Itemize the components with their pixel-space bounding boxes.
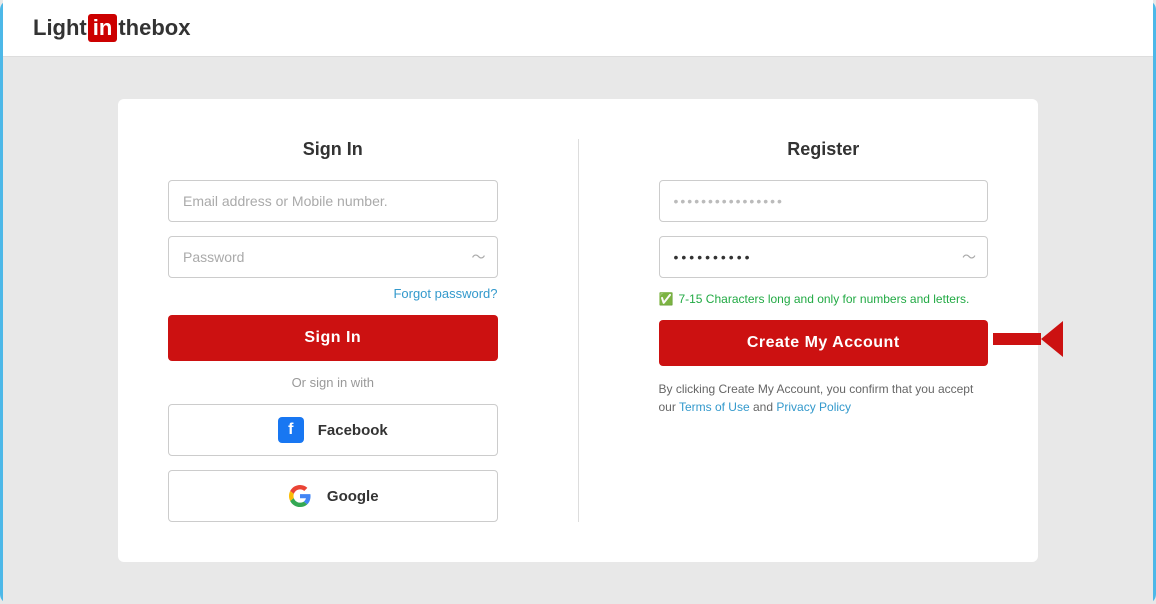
logo-light: Light	[33, 15, 87, 41]
forgot-password-link[interactable]: Forgot password?	[168, 286, 498, 301]
create-account-button[interactable]: Create My Account	[659, 320, 989, 366]
card: Sign In 〜 Forgot password? Sign In Or si…	[118, 99, 1038, 562]
section-divider	[578, 139, 579, 522]
arrow-head	[1041, 321, 1063, 357]
register-email-wrapper	[659, 180, 989, 222]
facebook-label: Facebook	[318, 422, 388, 439]
validation-message: ✅ 7-15 Characters long and only for numb…	[659, 292, 989, 306]
password-eye-icon[interactable]: 〜	[472, 247, 486, 267]
logo-thebox: thebox	[118, 15, 190, 41]
register-password-wrapper: 〜	[659, 236, 989, 278]
register-title: Register	[659, 139, 989, 160]
header: Light in thebox	[3, 0, 1153, 57]
signin-title: Sign In	[168, 139, 498, 160]
google-icon	[287, 483, 313, 509]
main-content: Sign In 〜 Forgot password? Sign In Or si…	[3, 57, 1153, 604]
signin-button[interactable]: Sign In	[168, 315, 498, 361]
facebook-icon: f	[278, 417, 304, 443]
terms-of-use-link[interactable]: Terms of Use	[679, 400, 750, 414]
page-wrapper: Light in thebox Sign In 〜 Forgot passwor…	[3, 0, 1153, 604]
password-input[interactable]	[168, 236, 498, 278]
register-section: Register 〜 ✅ 7-15 Characters long and on…	[659, 139, 989, 522]
google-label: Google	[327, 488, 379, 505]
or-signin-text: Or sign in with	[168, 375, 498, 390]
register-password-input[interactable]	[659, 236, 989, 278]
check-icon: ✅	[659, 292, 674, 306]
register-password-eye-icon[interactable]: 〜	[962, 247, 976, 267]
terms-text: By clicking Create My Account, you confi…	[659, 380, 989, 416]
facebook-signin-button[interactable]: f Facebook	[168, 404, 498, 456]
validation-text: 7-15 Characters long and only for number…	[678, 292, 969, 306]
arrow-indicator	[993, 321, 1063, 357]
logo: Light in thebox	[33, 14, 1123, 42]
signin-section: Sign In 〜 Forgot password? Sign In Or si…	[168, 139, 498, 522]
register-email-input[interactable]	[659, 180, 989, 222]
privacy-policy-link[interactable]: Privacy Policy	[776, 400, 851, 414]
google-signin-button[interactable]: Google	[168, 470, 498, 522]
email-input-wrapper	[168, 180, 498, 222]
arrow-shaft	[993, 333, 1041, 345]
email-input[interactable]	[168, 180, 498, 222]
password-input-wrapper: 〜	[168, 236, 498, 278]
logo-in: in	[88, 14, 118, 42]
